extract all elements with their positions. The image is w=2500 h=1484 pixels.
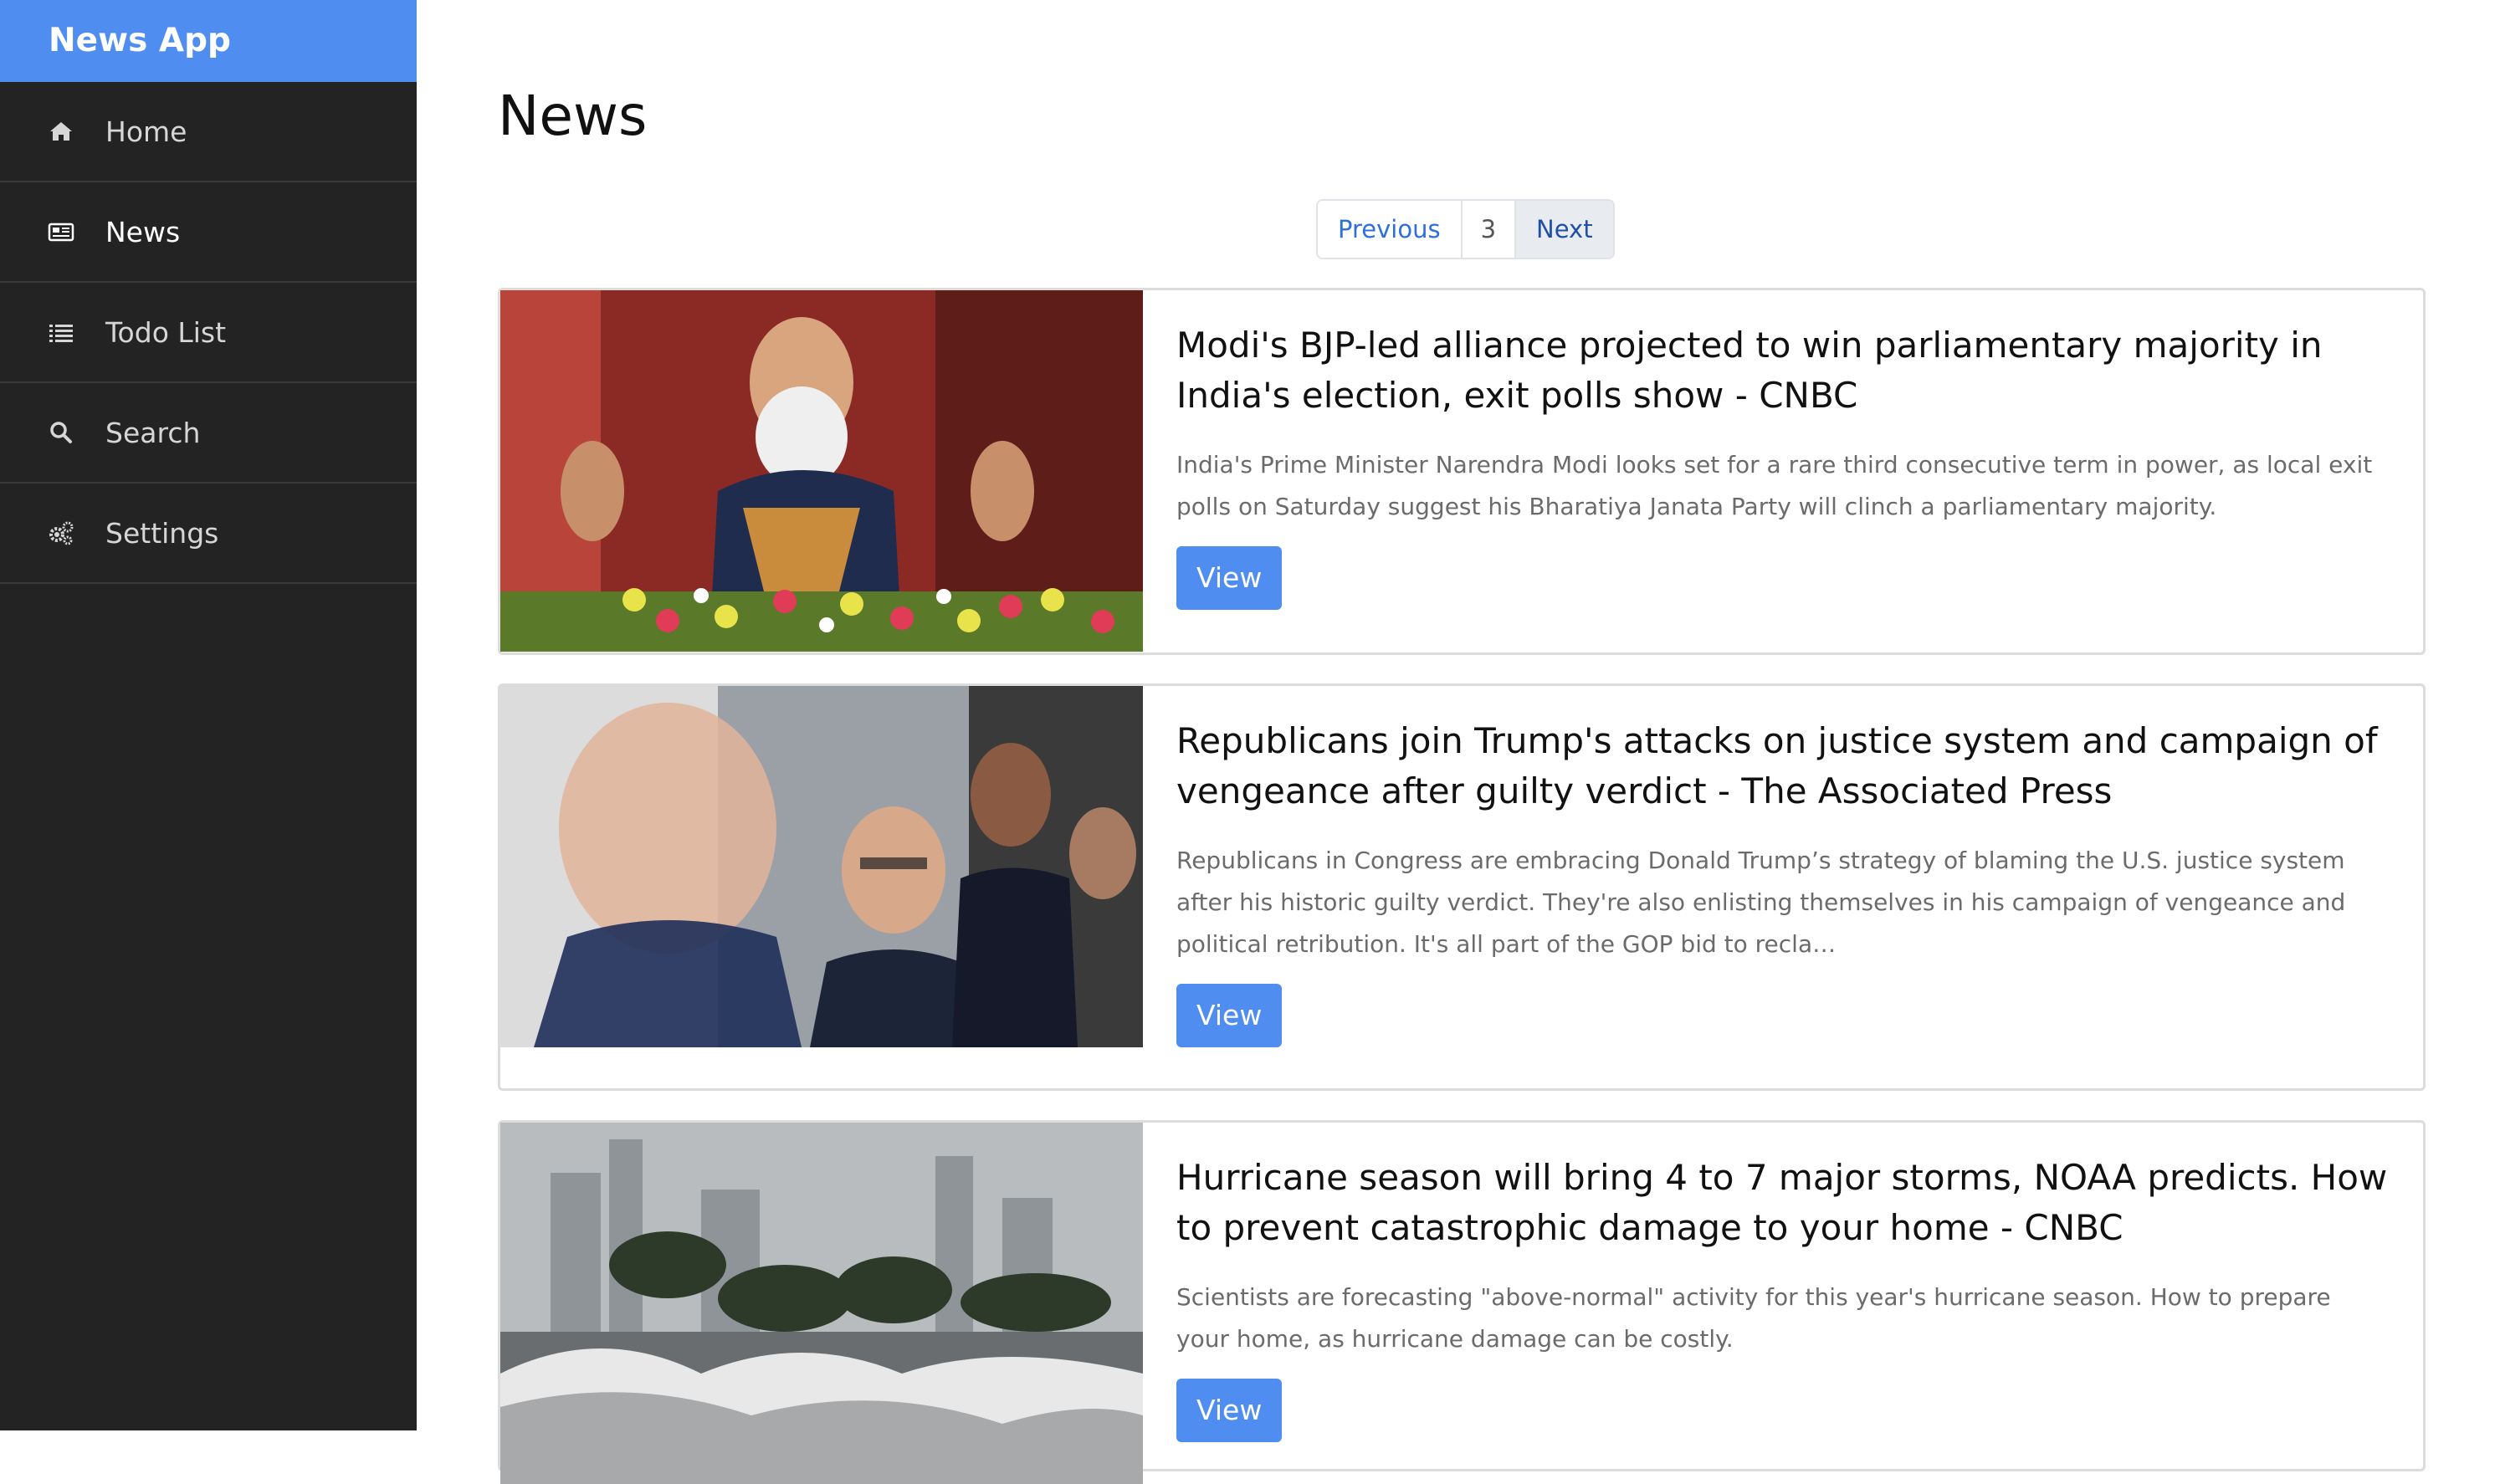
sidebar-item-label: Settings (105, 516, 219, 550)
article-image (500, 290, 1143, 652)
article-description: India's Prime Minister Narendra Modi loo… (1176, 451, 2373, 520)
page-number-button[interactable]: 3 (1462, 201, 1517, 258)
view-button[interactable]: View (1176, 1379, 1283, 1442)
page-title: News (498, 84, 648, 148)
article-title: Republicans join Trump's attacks on just… (1176, 720, 2378, 811)
card-body: Modi's BJP-led alliance projected to win… (1143, 290, 2423, 652)
home-icon (47, 117, 75, 146)
card-body: Republicans join Trump's attacks on just… (1143, 686, 2423, 1088)
article-description: Republicans in Congress are embracing Do… (1176, 847, 2346, 958)
previous-page-button[interactable]: Previous (1318, 201, 1463, 258)
next-page-button[interactable]: Next (1516, 201, 1613, 258)
sidebar-item-todo-list[interactable]: Todo List (0, 283, 417, 383)
newspaper-icon (47, 217, 75, 246)
sidebar-item-label: Todo List (105, 315, 227, 349)
news-card: Republicans join Trump's attacks on just… (498, 683, 2426, 1091)
sidebar-item-label: Search (105, 416, 201, 449)
app-brand[interactable]: News App (0, 0, 417, 82)
main-content: News Previous 3 Next Modi's BJP-led alli… (417, 0, 2500, 1484)
pagination: Previous 3 Next (1316, 199, 1615, 259)
sidebar: News App Home News Todo List Search Sett… (0, 0, 417, 1430)
view-button[interactable]: View (1176, 984, 1283, 1047)
sidebar-item-home[interactable]: Home (0, 82, 417, 182)
sidebar-item-search[interactable]: Search (0, 383, 417, 484)
sidebar-item-news[interactable]: News (0, 182, 417, 283)
card-body: Hurricane season will bring 4 to 7 major… (1143, 1123, 2423, 1469)
article-image (500, 686, 1143, 1047)
list-icon (47, 318, 75, 346)
sidebar-item-label: News (105, 215, 181, 248)
gears-icon (47, 519, 75, 547)
view-button[interactable]: View (1176, 546, 1283, 610)
article-image (500, 1123, 1143, 1484)
news-card: Modi's BJP-led alliance projected to win… (498, 288, 2426, 655)
article-title: Modi's BJP-led alliance projected to win… (1176, 325, 2323, 416)
sidebar-item-settings[interactable]: Settings (0, 484, 417, 584)
article-title: Hurricane season will bring 4 to 7 major… (1176, 1157, 2388, 1248)
article-description: Scientists are forecasting "above-normal… (1176, 1283, 2331, 1353)
search-icon (47, 418, 75, 447)
sidebar-item-label: Home (105, 115, 187, 148)
news-card: Hurricane season will bring 4 to 7 major… (498, 1120, 2426, 1484)
